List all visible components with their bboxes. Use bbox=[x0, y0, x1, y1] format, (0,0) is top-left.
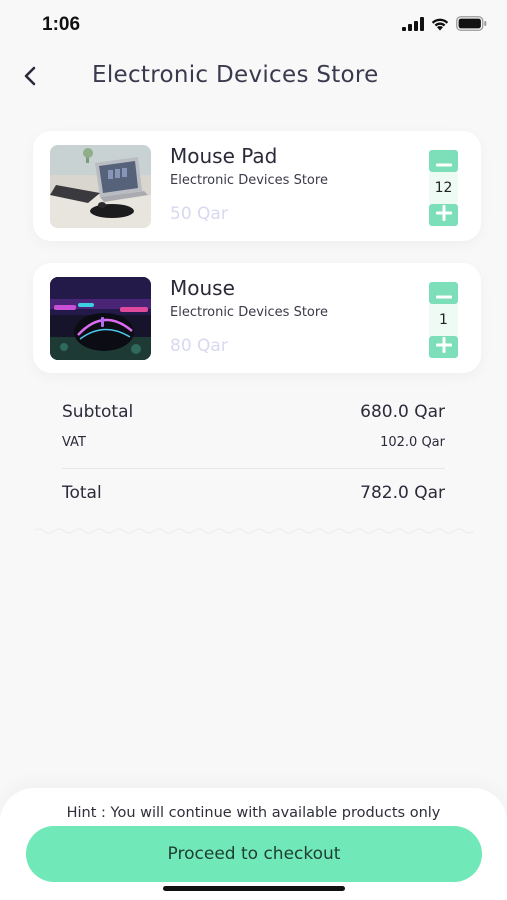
checkout-panel: Hint : You will continue with available … bbox=[0, 788, 507, 900]
product-name[interactable]: Mouse Pad bbox=[170, 144, 277, 168]
status-icons bbox=[402, 16, 487, 35]
status-time: 1:06 bbox=[42, 14, 81, 35]
product-name[interactable]: Mouse bbox=[170, 276, 235, 300]
vat-value: 102.0 Qar bbox=[380, 435, 445, 450]
home-indicator[interactable] bbox=[163, 886, 345, 891]
subtotal-row: Subtotal 680.0 Qar bbox=[62, 402, 445, 422]
summary-divider bbox=[62, 468, 445, 469]
quantity-stepper: 12 bbox=[429, 150, 458, 226]
quantity-value: 1 bbox=[429, 304, 458, 336]
header: Electronic Devices Store bbox=[0, 50, 507, 106]
decrease-quantity-button[interactable] bbox=[429, 282, 458, 304]
product-store: Electronic Devices Store bbox=[170, 305, 328, 320]
quantity-stepper: 1 bbox=[429, 282, 458, 358]
status-bar: 1:06 bbox=[0, 0, 507, 50]
product-image-mouse-pad[interactable] bbox=[50, 145, 151, 228]
wave-divider bbox=[33, 520, 475, 534]
quantity-value: 12 bbox=[429, 172, 458, 204]
wifi-icon bbox=[430, 16, 450, 35]
subtotal-label: Subtotal bbox=[62, 402, 134, 422]
back-button[interactable] bbox=[14, 62, 46, 94]
cart-item: Mouse Electronic Devices Store 80 Qar 1 bbox=[33, 263, 481, 373]
total-label: Total bbox=[62, 483, 102, 503]
minus-icon bbox=[435, 152, 452, 171]
plus-icon bbox=[435, 337, 452, 357]
product-price: 50 Qar bbox=[170, 204, 228, 224]
vat-label: VAT bbox=[62, 435, 86, 450]
minus-icon bbox=[435, 284, 452, 303]
vat-row: VAT 102.0 Qar bbox=[62, 435, 445, 450]
total-value: 782.0 Qar bbox=[360, 483, 445, 503]
product-price: 80 Qar bbox=[170, 336, 228, 356]
subtotal-value: 680.0 Qar bbox=[360, 402, 445, 422]
chevron-left-icon bbox=[22, 65, 38, 91]
increase-quantity-button[interactable] bbox=[429, 204, 458, 226]
battery-icon bbox=[456, 16, 487, 35]
product-image-mouse[interactable] bbox=[50, 277, 151, 360]
increase-quantity-button[interactable] bbox=[429, 336, 458, 358]
decrease-quantity-button[interactable] bbox=[429, 150, 458, 172]
hint-text: Hint : You will continue with available … bbox=[66, 805, 441, 821]
total-row: Total 782.0 Qar bbox=[62, 483, 445, 503]
cart-item: Mouse Pad Electronic Devices Store 50 Qa… bbox=[33, 131, 481, 241]
page-title: Electronic Devices Store bbox=[92, 62, 379, 88]
product-store: Electronic Devices Store bbox=[170, 173, 328, 188]
proceed-to-checkout-button[interactable]: Proceed to checkout bbox=[26, 826, 482, 882]
signal-icon bbox=[402, 16, 424, 35]
plus-icon bbox=[435, 205, 452, 225]
